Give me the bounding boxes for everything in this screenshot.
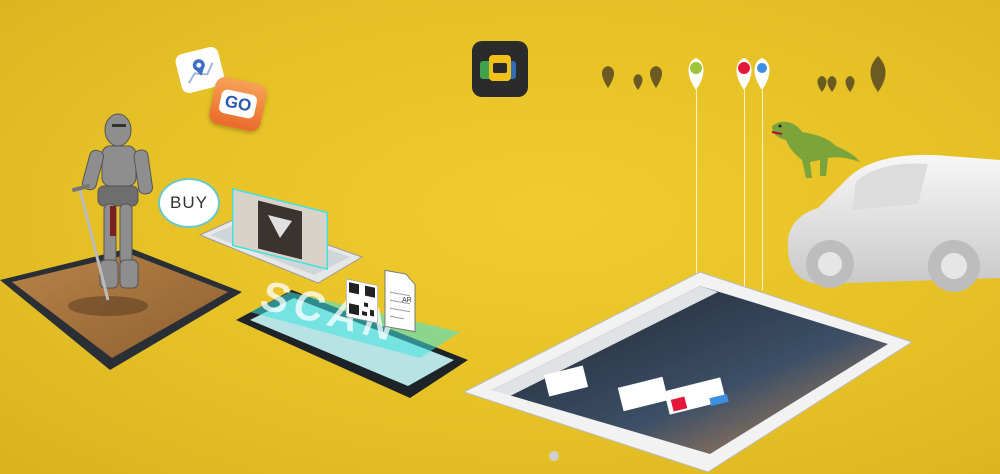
location-pin-icon [602,66,614,88]
knight-figure [60,110,170,310]
go-label: GO [217,88,259,120]
go-app-icon: GO [207,75,269,133]
app-logo-icon [472,41,528,97]
qr-code-icon [346,278,378,324]
pin-row [596,54,896,98]
pin-line [762,90,763,290]
promo-banner: GO BUY SCAN AR [0,0,1000,474]
ar-label: AR [402,297,412,304]
pin-line [696,90,697,300]
ipad-device [460,272,916,474]
